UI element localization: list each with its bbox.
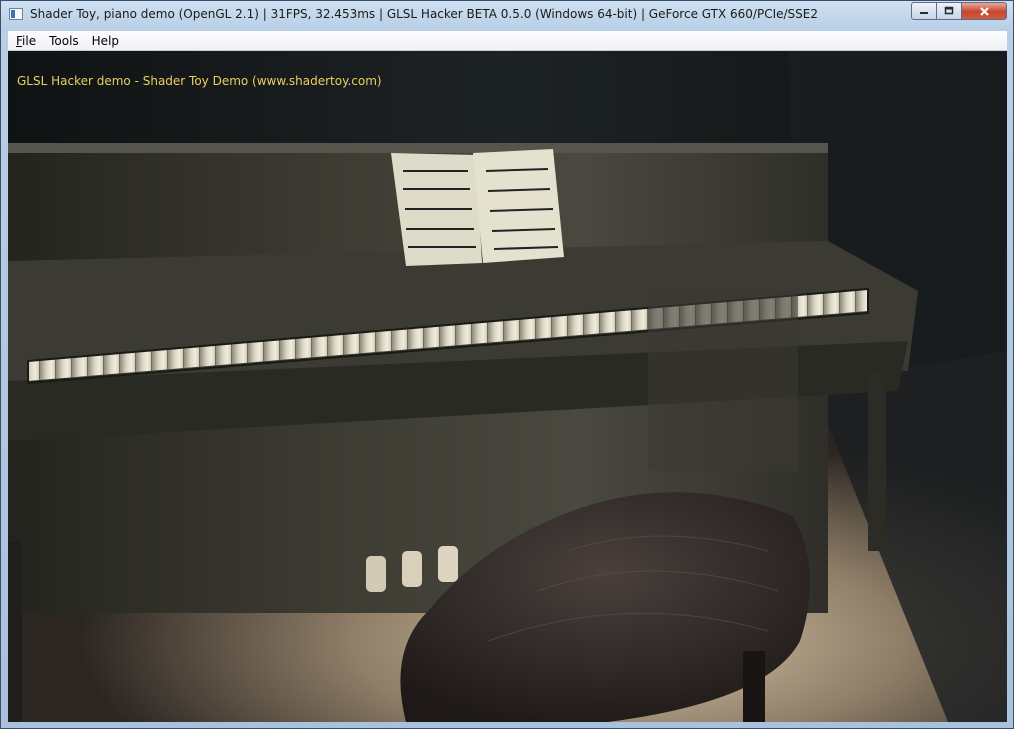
minimize-button[interactable]: [911, 2, 937, 20]
maximize-button[interactable]: [936, 2, 962, 20]
close-icon: [979, 6, 989, 16]
menu-file-label: ile: [22, 33, 37, 48]
close-button[interactable]: [961, 2, 1007, 20]
window-title: Shader Toy, piano demo (OpenGL 2.1) | 31…: [30, 7, 818, 21]
application-window: Shader Toy, piano demo (OpenGL 2.1) | 31…: [0, 0, 1014, 729]
title-bar[interactable]: Shader Toy, piano demo (OpenGL 2.1) | 31…: [1, 1, 1013, 29]
menu-tools[interactable]: Tools: [43, 34, 85, 48]
piano-scene: [8, 51, 1007, 722]
menu-help[interactable]: Help: [86, 34, 125, 48]
maximize-icon: [944, 6, 954, 15]
render-viewport[interactable]: GLSL Hacker demo - Shader Toy Demo (www.…: [8, 51, 1007, 722]
window-controls: [911, 2, 1007, 21]
menu-file[interactable]: File: [10, 34, 42, 48]
menu-bar: File Tools Help: [8, 31, 1007, 51]
minimize-icon: [920, 12, 928, 14]
sheet-music: [391, 149, 564, 266]
app-icon[interactable]: [9, 8, 23, 20]
demo-overlay-text: GLSL Hacker demo - Shader Toy Demo (www.…: [17, 74, 382, 88]
